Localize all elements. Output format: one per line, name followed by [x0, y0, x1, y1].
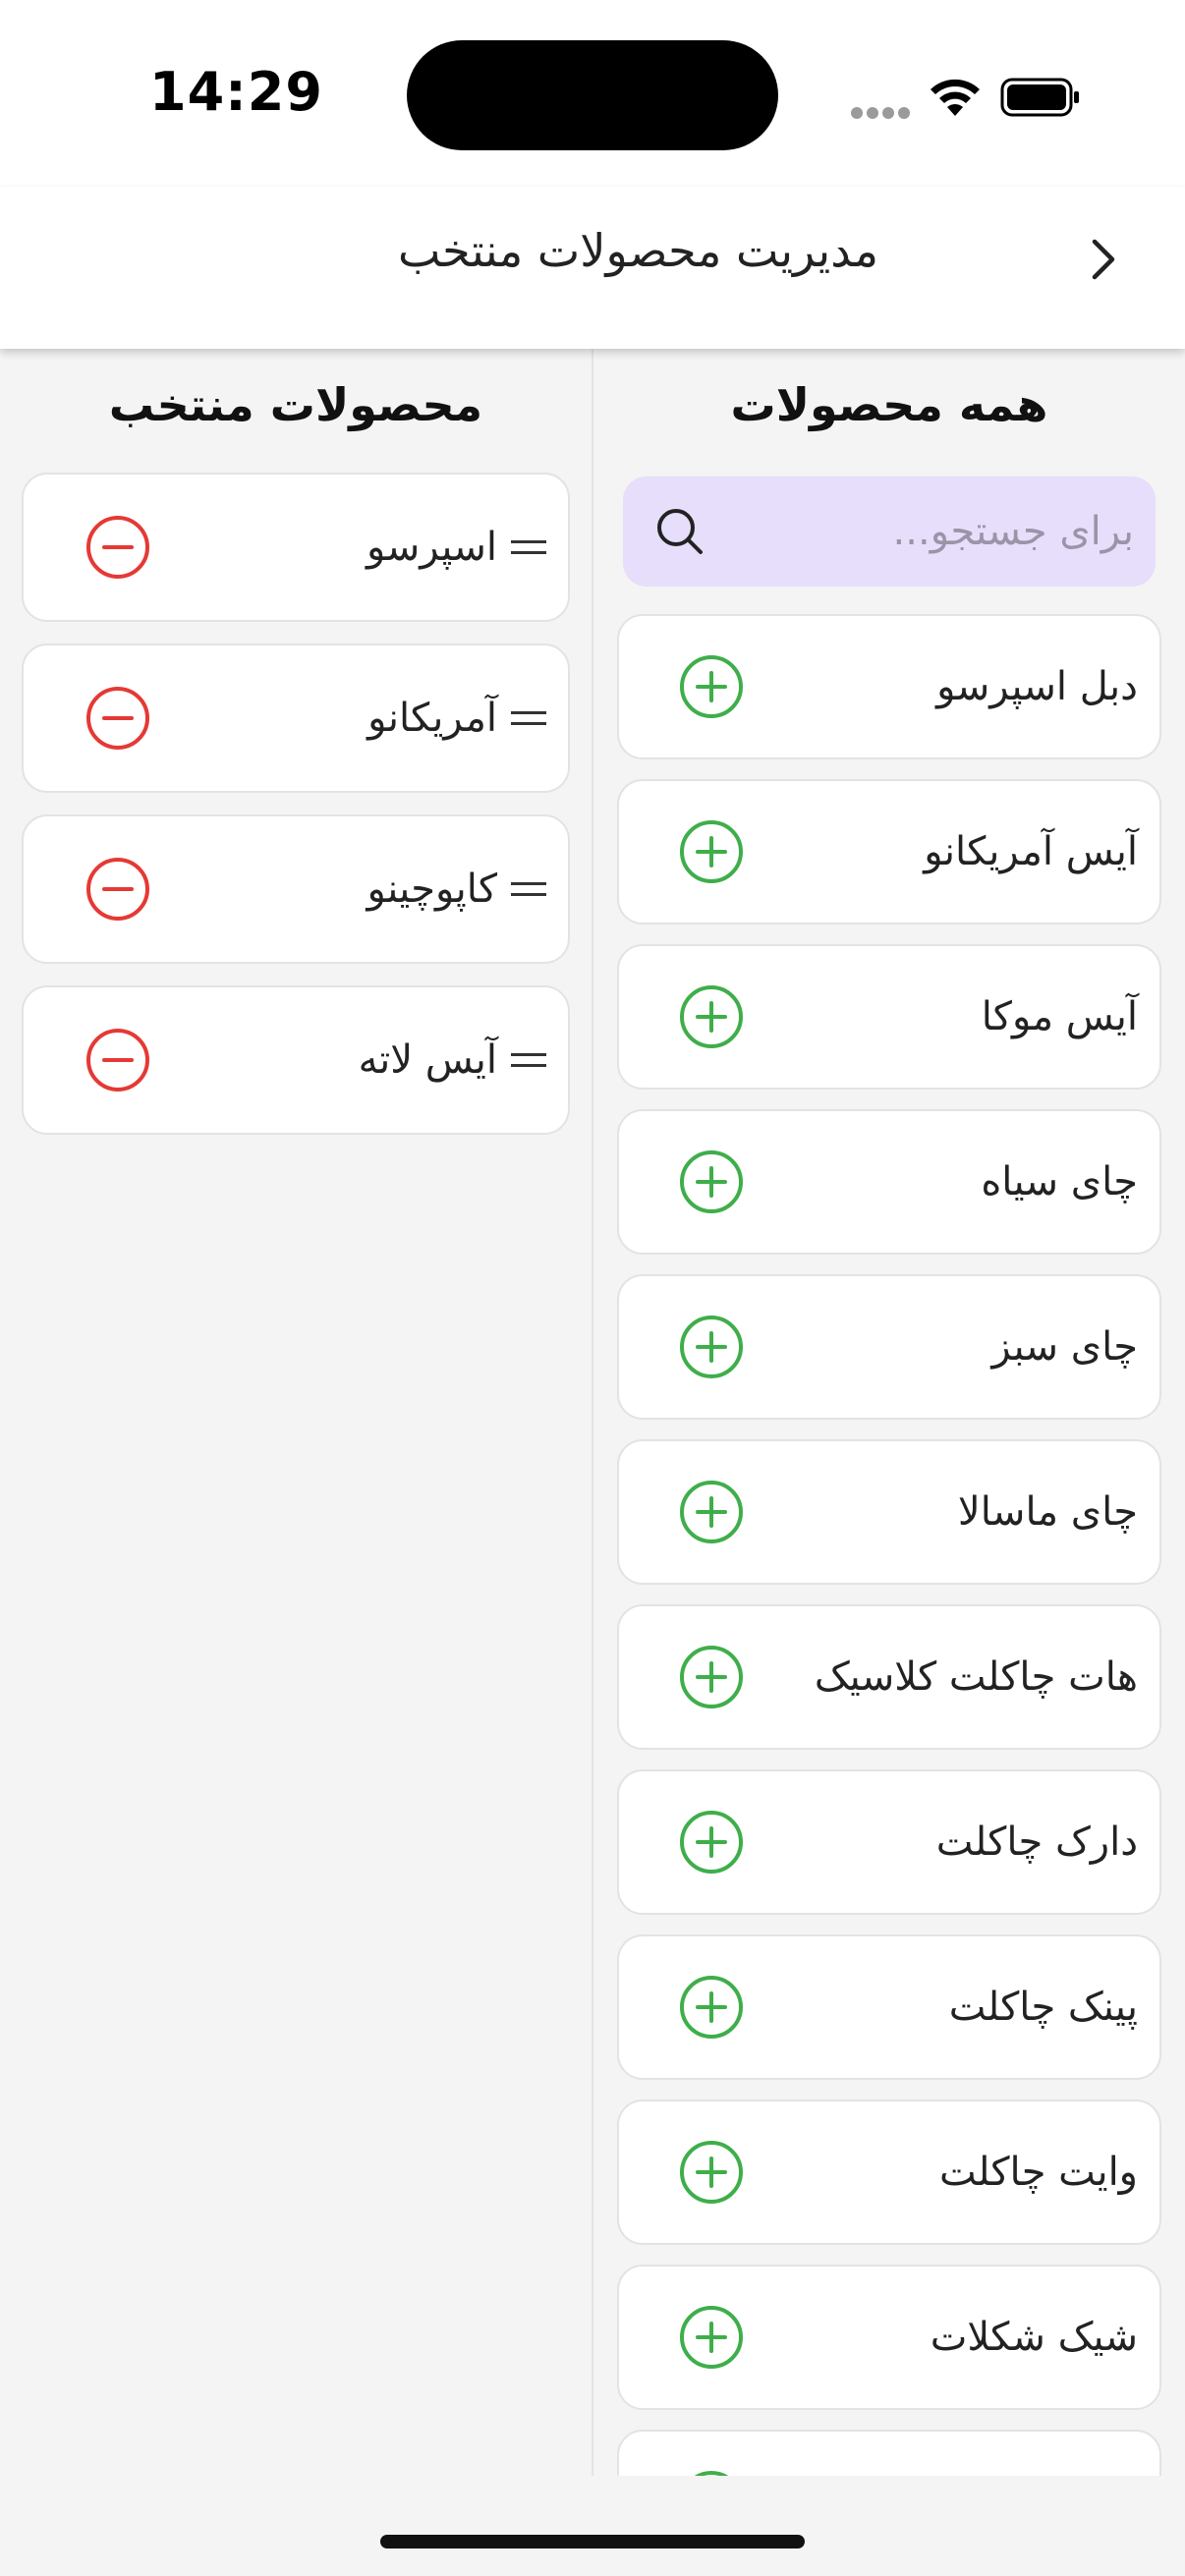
- product-item[interactable]: آیس آمریکانو: [617, 779, 1161, 924]
- back-button[interactable]: [1073, 230, 1132, 289]
- product-item[interactable]: وایت چاکلت: [617, 2100, 1161, 2245]
- add-circle-icon[interactable]: [678, 653, 745, 720]
- product-item[interactable]: دارک چاکلت: [617, 1769, 1161, 1915]
- selected-item-label: آیس لاته: [359, 987, 546, 1133]
- signal-dots-icon: [851, 104, 914, 123]
- add-circle-icon[interactable]: [678, 1644, 745, 1710]
- product-item-label: چای سبز: [991, 1324, 1138, 1370]
- selected-item-label: کاپوچینو: [367, 816, 546, 962]
- product-item[interactable]: آیس موکا: [617, 944, 1161, 1090]
- remove-circle-icon[interactable]: [85, 514, 151, 581]
- add-circle-icon[interactable]: [678, 983, 745, 1050]
- add-circle-icon[interactable]: [678, 1314, 745, 1380]
- page-title: مدیریت محصولات منتخب: [398, 224, 878, 277]
- all-products-title: همه محصولات: [730, 378, 1048, 431]
- product-item[interactable]: چای سبز: [617, 1274, 1161, 1420]
- selected-products-panel: محصولات منتخب اسپرسو آمریکانو کاپوچینو آ…: [0, 349, 592, 2476]
- add-circle-icon[interactable]: [678, 1479, 745, 1545]
- product-item-label: دبل اسپرسو: [936, 664, 1138, 709]
- selected-item[interactable]: اسپرسو: [22, 473, 570, 622]
- remove-circle-icon[interactable]: [85, 1027, 151, 1093]
- product-item-label: هات چاکلت کلاسیک: [814, 1654, 1138, 1700]
- chevron-right-icon: [1092, 239, 1115, 280]
- product-item-label: دارک چاکلت: [935, 1820, 1138, 1865]
- product-item-label: شیک شکلات: [930, 2315, 1138, 2360]
- remove-circle-icon[interactable]: [85, 856, 151, 923]
- product-item[interactable]: هات چاکلت کلاسیک: [617, 1604, 1161, 1750]
- product-item[interactable]: شیک شکلات: [617, 2265, 1161, 2410]
- add-circle-icon[interactable]: [678, 1809, 745, 1876]
- home-indicator[interactable]: [380, 2535, 805, 2548]
- product-item-label: چای سیاه: [981, 1159, 1138, 1204]
- drag-handle-icon[interactable]: [511, 707, 546, 729]
- battery-icon: [1000, 78, 1079, 117]
- product-item-label: وایت چاکلت: [938, 2150, 1138, 2195]
- product-item-label: آیس آمریکانو: [924, 829, 1138, 874]
- product-item[interactable]: چای ماسالا: [617, 1439, 1161, 1585]
- remove-circle-icon[interactable]: [85, 685, 151, 752]
- add-circle-icon[interactable]: [678, 818, 745, 885]
- selected-item-label: آمریکانو: [367, 645, 546, 791]
- drag-handle-icon[interactable]: [511, 878, 546, 900]
- selected-item-label: اسپرسو: [367, 475, 546, 620]
- product-item-label: پینک چاکلت: [948, 1985, 1138, 2030]
- product-item[interactable]: چای سیاه: [617, 1109, 1161, 1255]
- product-item-label: آیس موکا: [981, 994, 1138, 1039]
- status-bar: 14:29: [0, 0, 1185, 187]
- add-circle-icon[interactable]: [678, 2469, 745, 2476]
- search-input[interactable]: [731, 476, 1134, 587]
- product-item[interactable]: پینک چاکلت: [617, 1934, 1161, 2080]
- selected-item[interactable]: کاپوچینو: [22, 814, 570, 964]
- all-products-panel: همه محصولات دبل اسپرسو آیس آمریکانو آیس …: [593, 349, 1185, 2476]
- drag-handle-icon[interactable]: [511, 1049, 546, 1071]
- screen: 14:29 مدیریت محصولات منتخب محصولات منتخب…: [0, 0, 1185, 2576]
- add-circle-icon[interactable]: [678, 2304, 745, 2371]
- product-item-label: چای ماسالا: [957, 1489, 1138, 1535]
- selected-products-title: محصولات منتخب: [108, 378, 483, 431]
- search-icon: [657, 509, 703, 554]
- search-box[interactable]: [623, 476, 1156, 587]
- dynamic-island: [407, 40, 778, 150]
- wifi-icon: [931, 79, 980, 116]
- nav-header: مدیریت محصولات منتخب: [0, 187, 1185, 349]
- selected-item[interactable]: آیس لاته: [22, 985, 570, 1135]
- add-circle-icon[interactable]: [678, 1148, 745, 1215]
- product-item[interactable]: [617, 2430, 1161, 2476]
- status-time: 14:29: [149, 61, 323, 123]
- add-circle-icon[interactable]: [678, 2139, 745, 2206]
- add-circle-icon[interactable]: [678, 1974, 745, 2041]
- selected-item[interactable]: آمریکانو: [22, 644, 570, 793]
- product-item[interactable]: دبل اسپرسو: [617, 614, 1161, 759]
- status-icons: [845, 67, 1081, 126]
- drag-handle-icon[interactable]: [511, 536, 546, 558]
